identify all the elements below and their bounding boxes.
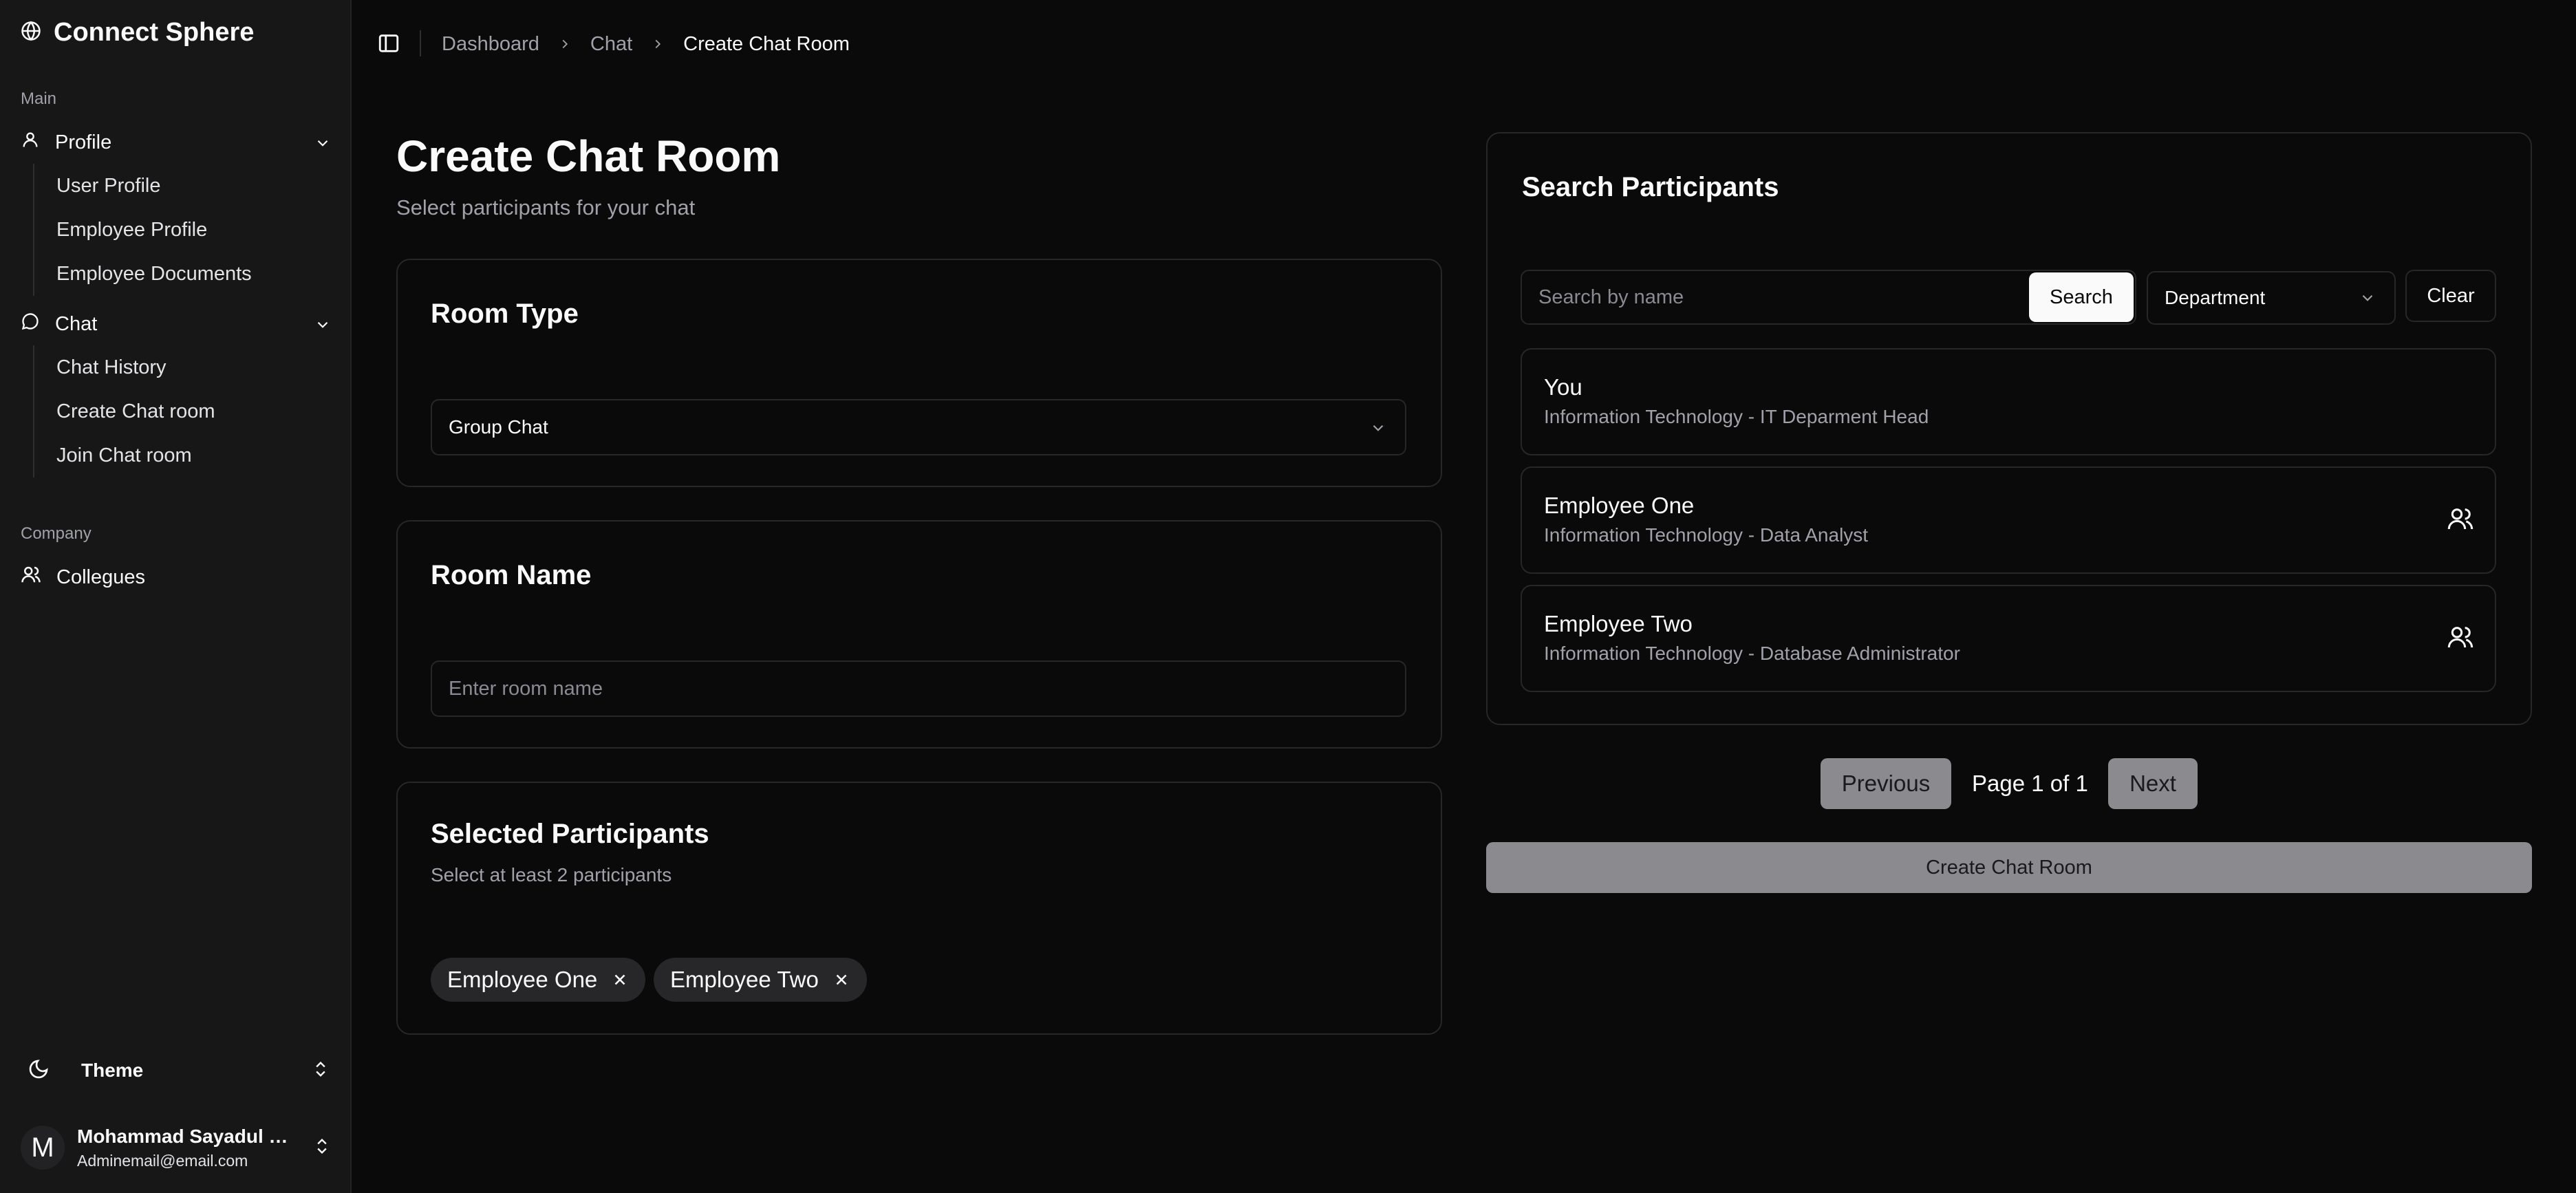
participant-name: Employee One xyxy=(1544,493,1695,518)
profile-sub-list: User Profile Employee Profile Employee D… xyxy=(33,164,329,296)
next-button[interactable]: Next xyxy=(2108,758,2198,809)
nav-group-label: Chat xyxy=(55,312,98,335)
participant-role: Information Technology - IT Deparment He… xyxy=(1544,406,1929,427)
chip-label: Employee One xyxy=(447,967,598,992)
search-input[interactable] xyxy=(1522,271,2031,323)
chat-sub-list: Chat History Create Chat room Join Chat … xyxy=(33,345,329,477)
section-label-company: Company xyxy=(21,524,92,543)
participant-row[interactable]: You Information Technology - IT Deparmen… xyxy=(1521,348,2496,455)
nav-group-label: Profile xyxy=(55,131,112,153)
app-root: Connect Sphere Main Profile User Profile… xyxy=(0,0,2576,1193)
clear-button[interactable]: Clear xyxy=(2405,270,2496,322)
theme-label: Theme xyxy=(81,1060,144,1081)
search-field: Search xyxy=(1521,270,2136,325)
user-menu[interactable]: M Mohammad Sayadul Islam Adminemail@emai… xyxy=(21,1123,332,1175)
select-value: Department xyxy=(2165,287,2266,308)
participant-name: Employee Two xyxy=(1544,611,1693,636)
user-icon xyxy=(21,130,40,155)
chevrons-up-down-icon xyxy=(312,1137,332,1159)
search-button[interactable]: Search xyxy=(2029,272,2134,322)
card-title: Selected Participants xyxy=(431,819,709,849)
sidebar-item-chat-history[interactable]: Chat History xyxy=(34,345,329,389)
room-type-card: Room Type Group Chat xyxy=(396,259,1442,487)
card-title: Room Type xyxy=(431,299,579,329)
page-subtitle: Select participants for your chat xyxy=(396,195,696,219)
message-circle-icon xyxy=(21,312,40,336)
chevron-down-icon xyxy=(314,316,332,339)
room-type-select[interactable]: Group Chat xyxy=(431,399,1406,455)
sidebar-item-user-profile[interactable]: User Profile xyxy=(34,164,329,208)
sidebar-toggle-icon[interactable] xyxy=(377,32,400,58)
sidebar: Connect Sphere Main Profile User Profile… xyxy=(0,0,352,1193)
selected-hint: Select at least 2 participants xyxy=(431,864,672,885)
chevron-down-icon xyxy=(2359,289,2376,312)
participant-row[interactable]: Employee One Information Technology - Da… xyxy=(1521,466,2496,574)
create-chat-room-button[interactable]: Create Chat Room xyxy=(1486,842,2532,893)
theme-switcher[interactable]: Theme xyxy=(28,1049,330,1093)
participant-name: You xyxy=(1544,374,1582,400)
users-icon[interactable] xyxy=(2447,505,2474,536)
chevron-right-icon xyxy=(650,36,665,52)
chevron-down-icon xyxy=(1369,419,1387,442)
select-value: Group Chat xyxy=(449,416,548,438)
globe-icon xyxy=(21,21,41,45)
participant-role: Information Technology - Database Admini… xyxy=(1544,643,1960,664)
participant-role: Information Technology - Data Analyst xyxy=(1544,524,1869,546)
room-name-card: Room Name xyxy=(396,520,1442,749)
section-label-main: Main xyxy=(21,89,57,108)
brand-name: Connect Sphere xyxy=(54,18,255,47)
card-title: Room Name xyxy=(431,560,592,590)
participant-row[interactable]: Employee Two Information Technology - Da… xyxy=(1521,585,2496,692)
page-title: Create Chat Room xyxy=(396,131,781,181)
sidebar-item-employee-profile[interactable]: Employee Profile xyxy=(34,208,329,252)
previous-button[interactable]: Previous xyxy=(1821,758,1951,809)
chevrons-up-down-icon xyxy=(311,1060,330,1082)
close-icon[interactable] xyxy=(833,971,850,989)
page-indicator: Page 1 of 1 xyxy=(1972,771,2088,796)
chevron-down-icon xyxy=(314,134,332,158)
department-select[interactable]: Department xyxy=(2147,271,2396,325)
participant-chip: Employee Two xyxy=(654,958,867,1002)
chip-label: Employee Two xyxy=(670,967,819,992)
user-name: Mohammad Sayadul Islam xyxy=(77,1126,290,1147)
participant-chip: Employee One xyxy=(431,958,646,1002)
room-name-input[interactable] xyxy=(431,660,1406,717)
nav-item-label: Collegues xyxy=(56,566,145,588)
breadcrumb-dashboard[interactable]: Dashboard xyxy=(442,33,539,56)
users-icon xyxy=(21,564,41,590)
breadcrumb-chat[interactable]: Chat xyxy=(590,33,632,56)
moon-icon xyxy=(28,1058,50,1084)
sidebar-item-employee-documents[interactable]: Employee Documents xyxy=(34,252,329,296)
selected-participants-card: Selected Participants Select at least 2 … xyxy=(396,782,1442,1035)
users-icon[interactable] xyxy=(2447,623,2474,654)
brand[interactable]: Connect Sphere xyxy=(21,18,254,47)
close-icon[interactable] xyxy=(611,971,629,989)
sidebar-item-join-chat-room[interactable]: Join Chat room xyxy=(34,433,329,477)
breadcrumb: Dashboard Chat Create Chat Room xyxy=(442,30,850,58)
breadcrumb-current: Create Chat Room xyxy=(683,32,850,55)
sidebar-item-create-chat-room[interactable]: Create Chat room xyxy=(34,389,329,433)
chevron-right-icon xyxy=(557,36,572,52)
avatar: M xyxy=(21,1126,65,1170)
sidebar-item-collegues[interactable]: Collegues xyxy=(21,557,332,597)
header-divider xyxy=(420,30,421,56)
card-title: Search Participants xyxy=(1522,172,1779,202)
nav-group-chat[interactable]: Chat xyxy=(21,304,332,344)
user-email: Adminemail@email.com xyxy=(77,1152,248,1170)
nav-group-profile[interactable]: Profile xyxy=(21,122,332,162)
